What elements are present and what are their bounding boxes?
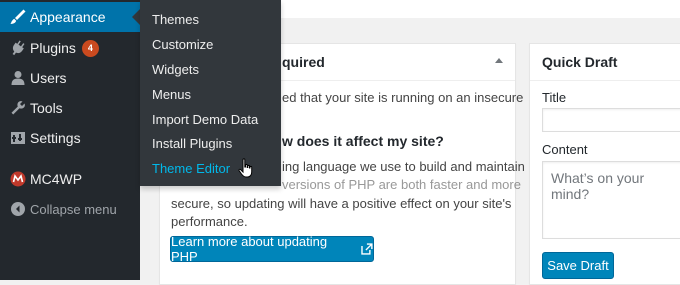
php-body-line: ing language we use to build and maintai… xyxy=(282,159,525,174)
content-label: Content xyxy=(542,142,588,157)
collapse-menu-button[interactable]: Collapse menu xyxy=(0,194,140,224)
sidebar-item-label: MC4WP xyxy=(30,171,83,187)
sidebar-item-label: Collapse menu xyxy=(30,201,117,217)
appearance-submenu: Themes Customize Widgets Menus Import De… xyxy=(140,0,281,186)
content-placeholder: What’s on your mind? xyxy=(551,170,645,202)
panel-title: Quick Draft xyxy=(542,54,618,70)
sidebar-item-mc4wp[interactable]: MC4WP xyxy=(0,164,140,194)
hand-cursor-icon xyxy=(238,158,253,178)
sidebar-item-label: Tools xyxy=(30,100,63,116)
sidebar-item-appearance[interactable]: Appearance xyxy=(0,2,140,32)
collapse-toggle-icon[interactable] xyxy=(495,58,503,63)
update-count-badge: 4 xyxy=(81,39,99,57)
external-link-icon xyxy=(361,243,373,255)
php-body-line: performance. xyxy=(171,214,248,229)
sidebar-item-users[interactable]: Users xyxy=(0,63,140,93)
active-pointer xyxy=(132,9,140,25)
save-draft-button[interactable]: Save Draft xyxy=(542,252,614,279)
title-label: Title xyxy=(542,90,567,105)
php-notice-line: ed that your site is running on an insec… xyxy=(282,90,524,105)
sidebar-item-settings[interactable]: Settings xyxy=(0,123,140,153)
learn-more-php-button[interactable]: Learn more about updating PHP xyxy=(170,234,374,264)
panel-header: Quick Draft xyxy=(530,44,680,81)
button-label: Learn more about updating PHP xyxy=(171,234,328,264)
sidebar-item-label: Settings xyxy=(30,130,81,146)
title-input[interactable] xyxy=(542,108,680,132)
sidebar-item-plugins[interactable]: Plugins 4 xyxy=(0,33,140,63)
submenu-item-install-plugins[interactable]: Install Plugins xyxy=(152,132,232,156)
php-body-line: secure, so updating will have a positive… xyxy=(171,196,512,211)
sidebar-item-label: Plugins xyxy=(30,40,76,56)
submenu-item-widgets[interactable]: Widgets xyxy=(152,58,199,82)
quick-draft-panel: Quick Draft Title Content What’s on your… xyxy=(529,43,680,285)
submenu-item-import-demo-data[interactable]: Import Demo Data xyxy=(152,108,258,132)
sidebar-item-label: Users xyxy=(30,70,67,86)
admin-sidebar: Appearance Plugins 4 Users Tools Setting… xyxy=(0,0,140,280)
content-textarea[interactable]: What’s on your mind? xyxy=(542,161,680,239)
php-section-heading: w does it affect my site? xyxy=(282,133,444,149)
submenu-item-theme-editor[interactable]: Theme Editor xyxy=(152,157,230,181)
sidebar-item-tools[interactable]: Tools xyxy=(0,93,140,123)
sidebar-item-label: Appearance xyxy=(30,9,106,25)
php-body-line-partial: versions of PHP are both faster and more xyxy=(282,177,521,192)
submenu-item-menus[interactable]: Menus xyxy=(152,83,191,107)
submenu-item-themes[interactable]: Themes xyxy=(152,8,199,32)
submenu-item-customize[interactable]: Customize xyxy=(152,33,213,57)
panel-title: quired xyxy=(282,54,325,70)
